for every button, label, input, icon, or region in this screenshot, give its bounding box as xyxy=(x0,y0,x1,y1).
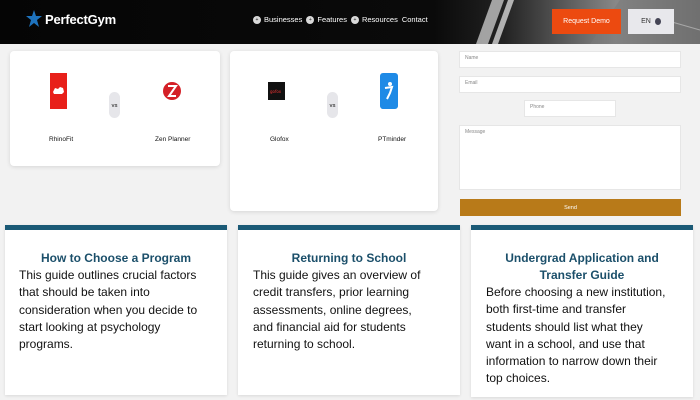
zen-planner-logo xyxy=(160,72,183,110)
language-selector[interactable]: EN xyxy=(628,9,674,34)
globe-icon xyxy=(654,18,661,25)
title-line: Transfer Guide xyxy=(539,268,625,282)
nav-businesses[interactable]: + Businesses xyxy=(253,15,302,24)
nav-label: Resources xyxy=(361,15,398,24)
guide-description: Before choosing a new institution, both … xyxy=(486,284,665,388)
guide-title: How to Choose a Program xyxy=(40,251,192,265)
plus-circle-icon: + xyxy=(306,15,315,24)
send-button[interactable]: Send xyxy=(460,199,681,216)
text-line: Before choosing a new institution, xyxy=(486,285,666,299)
site-header: PerfectGym + Businesses + Features + Res… xyxy=(0,0,700,44)
text-line: programs. xyxy=(19,337,74,352)
text-line: top choices. xyxy=(486,371,551,386)
logo-text: PerfectGym xyxy=(45,11,116,27)
text-line: both first-time and transfer xyxy=(486,302,627,317)
rhinofit-logo xyxy=(47,72,70,110)
guide-description: This guide outlines crucial factors that… xyxy=(19,267,197,353)
zen-planner-logo-icon xyxy=(162,82,181,100)
plus-circle-icon: + xyxy=(253,15,261,24)
app-name: RhinoFit xyxy=(49,136,74,143)
text-line: students should list what they xyxy=(486,319,643,334)
text-line: assessments, online degrees, xyxy=(253,302,412,317)
language-label: EN xyxy=(641,18,651,25)
vs-badge: VS xyxy=(327,92,338,118)
text-line: that should be taken into xyxy=(19,285,150,300)
text-line: want in a school, and use that xyxy=(486,336,645,351)
text-line: This guide outlines crucial factors xyxy=(19,268,197,282)
rhino-logo-icon xyxy=(50,73,67,109)
star-figure-icon xyxy=(26,10,42,27)
svg-text:gofox: gofox xyxy=(270,89,282,94)
nav-label: Features xyxy=(317,15,347,24)
guide-title: Undergrad Application and Transfer Guide xyxy=(479,250,685,284)
nav-features[interactable]: + Features xyxy=(306,15,347,24)
text-line: returning to school. xyxy=(253,337,356,352)
guide-card-undergrad-transfer[interactable]: Undergrad Application and Transfer Guide… xyxy=(471,225,693,397)
text-line: information to narrow down their xyxy=(486,354,658,369)
text-line: credit transfers, prior learning xyxy=(253,285,410,300)
name-field[interactable]: Name xyxy=(459,51,681,68)
logo[interactable]: PerfectGym xyxy=(26,10,116,28)
plus-circle-icon: + xyxy=(350,15,359,24)
phone-field[interactable]: Phone xyxy=(524,100,616,117)
nav-resources[interactable]: + Resources xyxy=(350,15,398,24)
nav-label: Businesses xyxy=(264,15,303,24)
text-line: start looking at psychology xyxy=(19,319,161,334)
title-line: Undergrad Application and xyxy=(505,251,659,265)
guide-title: Returning to School xyxy=(291,251,407,265)
main-nav: + Businesses + Features + Resources Cont… xyxy=(253,15,428,24)
guide-card-returning-to-school[interactable]: Returning to School This guide gives an … xyxy=(238,225,460,395)
glofox-logo: gofox xyxy=(265,72,288,110)
message-field[interactable]: Message xyxy=(459,125,681,190)
nav-contact[interactable]: Contact xyxy=(402,15,428,24)
text-line: and financial aid for students xyxy=(253,319,406,334)
app-name: PTminder xyxy=(378,136,407,143)
nav-label: Contact xyxy=(401,15,428,24)
text-line: This guide gives an overview of xyxy=(253,268,421,282)
glofox-logo-icon: gofox xyxy=(268,73,285,109)
guide-card-choose-program[interactable]: How to Choose a Program This guide outli… xyxy=(5,225,227,395)
vs-badge: VS xyxy=(109,92,120,118)
email-field[interactable]: Email xyxy=(459,76,681,93)
request-demo-button[interactable]: Request Demo xyxy=(552,9,621,34)
text-line: consideration when you decide to xyxy=(19,302,198,317)
comparison-card-glofox-ptminder[interactable]: gofox VS Glofox PTminder xyxy=(230,51,438,211)
app-name: Zen Planner xyxy=(155,136,191,143)
comparison-card-rhinofit-zenplanner[interactable]: VS RhinoFit Zen Planner xyxy=(10,51,220,166)
app-name: Glofox xyxy=(270,136,289,143)
guide-description: This guide gives an overview of credit t… xyxy=(253,267,420,353)
ptminder-logo-icon xyxy=(379,73,398,109)
ptminder-logo xyxy=(377,72,400,110)
